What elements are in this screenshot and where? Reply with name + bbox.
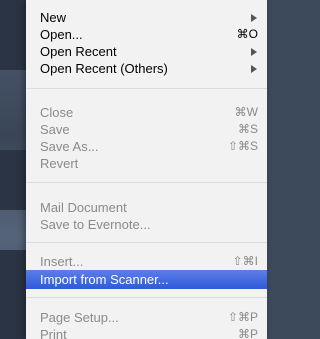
menu-item-new[interactable]: New <box>26 9 267 26</box>
menu-item-label: Open... <box>40 27 83 42</box>
menu-item-label: Open Recent (Others) <box>40 61 168 76</box>
menu-item-label: Save to Evernote... <box>40 217 151 232</box>
menu-item-save-to-evernote[interactable]: Save to Evernote... <box>26 216 267 233</box>
menu-item-label: Save As... <box>40 139 99 154</box>
menu-item-save-as[interactable]: Save As... ⇧⌘S <box>26 138 267 155</box>
submenu-arrow-icon <box>251 48 257 56</box>
file-menu: New Open... ⌘O Open Recent Open Recent (… <box>26 0 267 339</box>
menu-item-label: Revert <box>40 156 79 171</box>
menu-item-label: Insert... <box>40 254 84 269</box>
menu-separator <box>26 297 267 298</box>
menu-item-shortcut: ⌘S <box>237 122 258 136</box>
menu-item-open-recent[interactable]: Open Recent <box>26 43 267 60</box>
menu-separator <box>26 242 267 243</box>
submenu-arrow-icon <box>251 14 257 22</box>
menu-item-print[interactable]: Print ⌘P <box>26 326 267 339</box>
menu-item-insert[interactable]: Insert... ⇧⌘I <box>26 253 267 270</box>
menu-item-label: Open Recent <box>40 44 117 59</box>
menu-item-label: Save <box>40 122 70 137</box>
menu-item-label: Mail Document <box>40 200 127 215</box>
menu-item-shortcut: ⌘W <box>234 105 258 119</box>
menu-item-open-recent-others[interactable]: Open Recent (Others) <box>26 60 267 77</box>
menu-item-shortcut: ⇧⌘S <box>227 139 258 153</box>
menu-item-revert[interactable]: Revert <box>26 155 267 172</box>
menu-separator <box>26 182 267 183</box>
menu-item-label: New <box>40 10 67 25</box>
menu-item-shortcut: ⇧⌘I <box>232 254 258 268</box>
menu-item-label: Page Setup... <box>40 310 119 325</box>
menu-item-save[interactable]: Save ⌘S <box>26 121 267 138</box>
menu-item-shortcut: ⇧⌘P <box>227 310 258 324</box>
menu-item-label: Print <box>40 327 67 339</box>
submenu-arrow-icon <box>251 65 257 73</box>
menu-item-page-setup[interactable]: Page Setup... ⇧⌘P <box>26 309 267 326</box>
menu-item-mail-document[interactable]: Mail Document <box>26 199 267 216</box>
menu-item-shortcut: ⌘P <box>237 327 258 339</box>
menu-item-shortcut: ⌘O <box>236 27 258 41</box>
menu-item-label: Close <box>40 105 74 120</box>
menu-item-label: Import from Scanner... <box>40 272 169 287</box>
menu-item-open[interactable]: Open... ⌘O <box>26 26 267 43</box>
menu-item-close[interactable]: Close ⌘W <box>26 104 267 121</box>
menu-item-import-from-scanner[interactable]: Import from Scanner... <box>26 270 267 289</box>
menu-separator <box>26 88 267 89</box>
